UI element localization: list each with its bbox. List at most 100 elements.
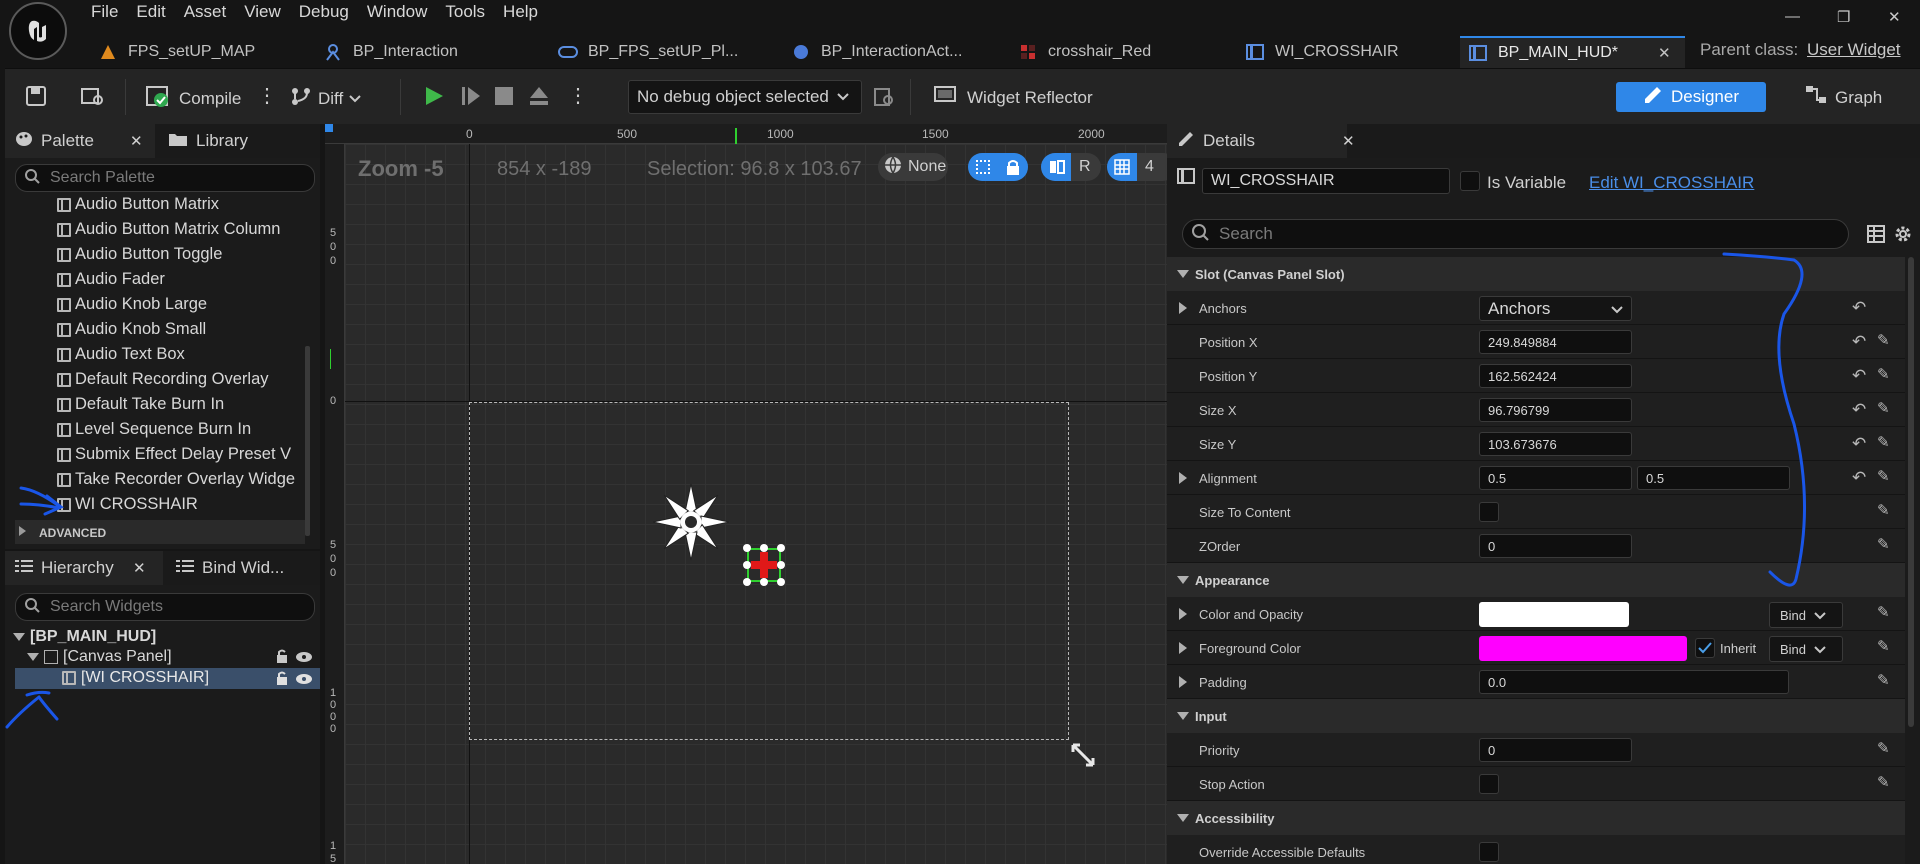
tab-bp-main-hud[interactable]: BP_MAIN_HUD* ✕ [1460, 36, 1685, 68]
close-tab-icon[interactable]: ✕ [130, 132, 143, 150]
lock-icon[interactable] [275, 671, 289, 690]
diff-button[interactable]: Diff [290, 85, 361, 112]
reset-icon[interactable]: ↶ [1852, 468, 1866, 488]
menu-help[interactable]: Help [497, 0, 550, 24]
browse-icon[interactable] [80, 85, 106, 112]
size-x-field[interactable]: 96.796799 [1479, 398, 1632, 422]
widget-name-field[interactable]: WI_CROSSHAIR [1202, 168, 1450, 194]
alignment-x-field[interactable]: 0.5 [1479, 466, 1632, 490]
handle-icon[interactable] [743, 578, 751, 586]
handle-icon[interactable] [760, 578, 768, 586]
palette-item-wi-crosshair[interactable]: WI CROSSHAIR [57, 492, 198, 517]
handle-icon[interactable] [777, 578, 785, 586]
close-window-button[interactable]: ✕ [1888, 8, 1901, 26]
palette-item[interactable]: Submix Effect Delay Preset V [57, 442, 291, 467]
advanced-section[interactable]: ADVANCED [15, 520, 305, 544]
locale-button[interactable]: None [878, 153, 948, 181]
details-scrollbar[interactable] [1908, 257, 1914, 727]
handle-icon[interactable] [743, 544, 751, 552]
close-tab-icon[interactable]: ✕ [1658, 44, 1671, 62]
section-accessibility[interactable]: Accessibility [1167, 801, 1905, 835]
designer-button[interactable]: Designer [1616, 82, 1766, 112]
expand-arrow-icon[interactable] [1179, 302, 1187, 314]
palette-item[interactable]: Audio Text Box [57, 342, 185, 367]
menu-tools[interactable]: Tools [439, 0, 497, 24]
expand-arrow-icon[interactable] [1179, 642, 1187, 654]
play-icon[interactable] [423, 85, 445, 112]
expand-arrow-icon[interactable] [1179, 472, 1187, 484]
tab-details[interactable]: Details ✕ [1167, 124, 1355, 158]
foreground-color-swatch[interactable] [1479, 636, 1687, 661]
inherit-checkbox[interactable] [1695, 638, 1715, 658]
section-input[interactable]: Input [1167, 699, 1905, 733]
keyframe-icon[interactable]: ✎ [1877, 739, 1890, 757]
palette-item[interactable]: Audio Knob Small [57, 317, 206, 342]
reset-icon[interactable]: ↶ [1852, 366, 1866, 386]
stop-action-checkbox[interactable] [1479, 774, 1499, 794]
graph-button[interactable]: Graph [1805, 85, 1882, 110]
palette-scrollbar[interactable] [305, 346, 310, 536]
palette-item[interactable]: Level Sequence Burn In [57, 417, 251, 442]
expand-arrow-icon[interactable] [1179, 676, 1187, 688]
eye-icon[interactable] [295, 672, 313, 690]
play-options-icon[interactable]: ⋮ [568, 83, 588, 108]
color-opacity-swatch[interactable] [1479, 602, 1629, 627]
close-tab-icon[interactable]: ✕ [133, 559, 146, 577]
stop-icon[interactable] [495, 87, 513, 110]
eject-icon[interactable] [528, 85, 550, 112]
debug-object-select[interactable]: No debug object selected [628, 80, 862, 114]
resize-handle-icon[interactable] [1070, 742, 1096, 773]
menu-asset[interactable]: Asset [178, 0, 239, 24]
tab-library[interactable]: Library [158, 124, 258, 158]
menu-edit[interactable]: Edit [130, 0, 177, 24]
tab-wi-crosshair[interactable]: WI_CROSSHAIR [1237, 36, 1457, 68]
table-view-icon[interactable] [1867, 225, 1885, 248]
tree-root[interactable]: [BP_MAIN_HUD] [13, 628, 156, 646]
dotted-box-icon[interactable] [968, 153, 998, 181]
step-icon[interactable] [460, 85, 482, 112]
reset-icon[interactable]: ↶ [1852, 400, 1866, 420]
settings-gear-icon[interactable] [1893, 224, 1913, 249]
palette-item[interactable]: Audio Button Matrix Column [57, 217, 280, 242]
lock-icon[interactable] [275, 649, 289, 668]
anchors-dropdown[interactable]: Anchors [1479, 296, 1632, 321]
keyframe-icon[interactable]: ✎ [1877, 331, 1890, 349]
tab-crosshair-red[interactable]: crosshair_Red [1010, 36, 1235, 68]
keyframe-icon[interactable]: ✎ [1877, 671, 1890, 689]
palette-item[interactable]: Audio Fader [57, 267, 165, 292]
reset-icon[interactable]: ↶ [1852, 298, 1866, 318]
eye-icon[interactable] [295, 650, 313, 668]
parent-class-link[interactable]: User Widget [1807, 40, 1901, 59]
keyframe-icon[interactable]: ✎ [1877, 773, 1890, 791]
tab-bp-interaction[interactable]: BP_Interaction [315, 36, 545, 68]
zorder-field[interactable]: 0 [1479, 534, 1632, 558]
keyframe-icon[interactable]: ✎ [1877, 399, 1890, 417]
expand-arrow-icon[interactable] [1179, 608, 1187, 620]
palette-item[interactable]: Take Recorder Overlay Widge [57, 467, 295, 492]
palette-item[interactable]: Default Recording Overlay [57, 367, 269, 392]
save-icon[interactable] [25, 85, 47, 112]
find-debug-icon[interactable] [873, 86, 895, 113]
tab-bind-widgets[interactable]: Bind Wid... [166, 551, 295, 585]
position-y-field[interactable]: 162.562424 [1479, 364, 1632, 388]
keyframe-icon[interactable]: ✎ [1877, 535, 1890, 553]
tab-hierarchy[interactable]: Hierarchy ✕ [5, 551, 163, 585]
tab-bp-fps-setup-pl[interactable]: BP_FPS_setUP_Pl... [550, 36, 775, 68]
widget-reflector-button[interactable]: Widget Reflector [933, 85, 1093, 110]
keyframe-icon[interactable]: ✎ [1877, 467, 1890, 485]
close-tab-icon[interactable]: ✕ [1342, 132, 1355, 150]
palette-search-input[interactable]: Search Palette [15, 164, 315, 192]
priority-field[interactable]: 0 [1479, 738, 1632, 762]
size-to-content-checkbox[interactable] [1479, 502, 1499, 522]
grid-size[interactable]: 4 [1145, 158, 1154, 176]
lock-icon[interactable] [998, 153, 1028, 181]
restore-button[interactable]: ❐ [1837, 8, 1850, 26]
handle-icon[interactable] [760, 544, 768, 552]
selected-crosshair-widget[interactable] [743, 544, 785, 586]
position-x-field[interactable]: 249.849884 [1479, 330, 1632, 354]
reset-icon[interactable]: ↶ [1852, 434, 1866, 454]
handle-icon[interactable] [743, 561, 751, 569]
hierarchy-search-input[interactable]: Search Widgets [15, 593, 315, 621]
r-toggle[interactable]: R [1079, 158, 1091, 176]
anchor-flower-icon[interactable] [650, 481, 732, 568]
